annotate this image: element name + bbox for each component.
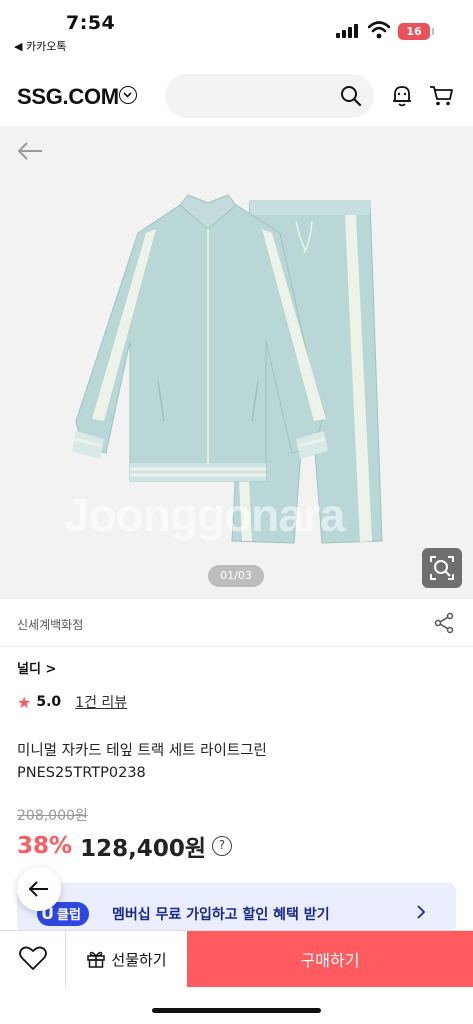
- back-to-app-link[interactable]: ◀ 카카오톡: [14, 38, 66, 54]
- discount-rate: 38%: [17, 833, 73, 859]
- search-icon[interactable]: [340, 85, 362, 107]
- lens-icon: [430, 556, 454, 580]
- chevron-down-icon[interactable]: [119, 86, 137, 104]
- brand-link[interactable]: 널디 >: [17, 658, 56, 677]
- gift-button[interactable]: 선물하기: [66, 931, 187, 987]
- original-price: 208,000원: [17, 808, 88, 824]
- membership-banner-text: 멤버십 무료 가입하고 할인 혜택 받기: [112, 907, 330, 923]
- sale-price: 128,400원: [80, 836, 206, 862]
- product-title: 미니멀 자카드 테잎 트랙 세트 라이트그린 PNES25TRTP0238: [17, 740, 457, 784]
- buy-button-label: 구매하기: [300, 951, 360, 970]
- rating-row: ★ 5.0 1건 리뷰: [17, 692, 127, 712]
- chevron-right-icon: [417, 905, 426, 919]
- status-bar: 7:54 ◀ 카카오톡 16: [0, 0, 473, 60]
- back-arrow-icon: [28, 881, 48, 897]
- home-indicator[interactable]: [152, 1008, 321, 1013]
- price-row: 38% 128,400원 ?: [17, 829, 232, 863]
- watermark: Joonggonara: [64, 489, 345, 541]
- search-input[interactable]: [165, 74, 374, 118]
- site-logo[interactable]: SSG.COM: [17, 84, 119, 110]
- status-time: 7:54: [66, 12, 116, 34]
- cart-icon[interactable]: [429, 85, 454, 107]
- wishlist-button[interactable]: [0, 931, 66, 987]
- product-title-line: 미니멀 자카드 테잎 트랙 세트 라이트그린: [17, 743, 267, 759]
- app-header: SSG.COM: [0, 66, 473, 126]
- product-code: PNES25TRTP0238: [17, 765, 146, 781]
- rating-score: 5.0: [36, 694, 62, 710]
- info-icon[interactable]: ?: [211, 836, 232, 856]
- seller-row: 신세계백화점: [0, 599, 473, 647]
- seller-name[interactable]: 신세계백화점: [17, 616, 83, 633]
- bell-icon[interactable]: [391, 84, 413, 108]
- floating-back-button[interactable]: [17, 867, 61, 911]
- membership-banner[interactable]: U 클럽 멤버십 무료 가입하고 할인 혜택 받기: [17, 883, 456, 933]
- battery-indicator: 16: [398, 23, 434, 40]
- gift-icon: [87, 951, 106, 968]
- product-gallery[interactable]: Joonggonara 01/03: [0, 126, 473, 599]
- buy-button[interactable]: 구매하기: [187, 931, 473, 987]
- image-page-indicator: 01/03: [208, 565, 264, 587]
- lens-search-button[interactable]: [422, 548, 462, 588]
- signal-icon: [336, 24, 360, 38]
- heart-icon: [19, 946, 47, 970]
- gift-button-label: 선물하기: [111, 950, 167, 969]
- share-icon[interactable]: [433, 612, 455, 634]
- wifi-icon: [368, 21, 390, 39]
- bottom-action-bar: 선물하기 구매하기: [0, 930, 473, 987]
- review-count-link[interactable]: 1건 리뷰: [75, 692, 127, 712]
- back-arrow-icon[interactable]: [16, 140, 44, 162]
- star-icon: ★: [17, 692, 32, 712]
